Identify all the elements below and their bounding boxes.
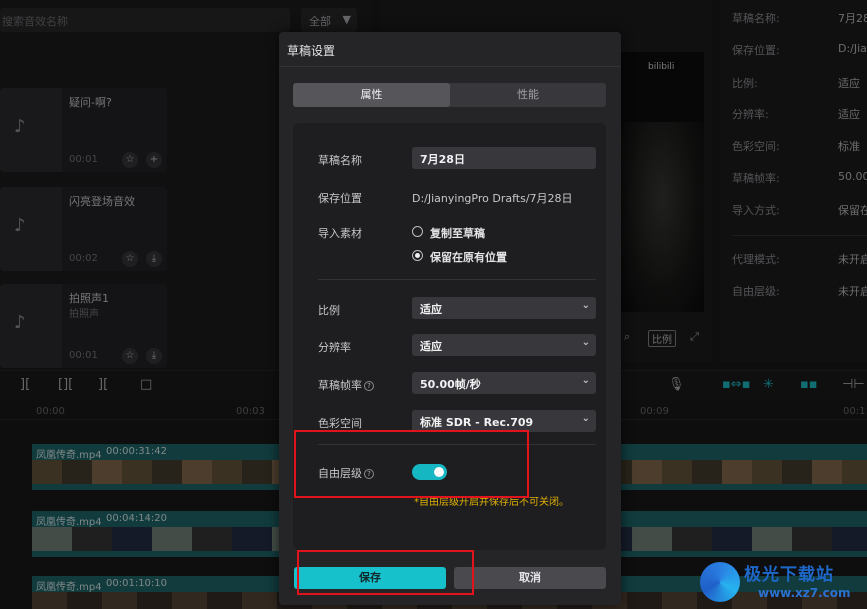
watermark-logo-icon bbox=[700, 562, 740, 602]
resolution-label: 分辨率 bbox=[318, 341, 351, 354]
chevron-down-icon: ⌄ bbox=[581, 337, 590, 348]
colorspace-label: 色彩空间 bbox=[318, 417, 362, 430]
radio-label-copy[interactable]: 复制至草稿 bbox=[430, 225, 485, 241]
dialog-title: 草稿设置 bbox=[287, 44, 336, 58]
colorspace-select[interactable]: 标准 SDR - Rec.709 ⌄ bbox=[412, 410, 596, 432]
draft-name-input[interactable]: 7月28日 bbox=[412, 147, 596, 169]
resolution-select[interactable]: 适应 ⌄ bbox=[412, 334, 596, 356]
divider bbox=[318, 279, 596, 280]
chevron-down-icon: ⌄ bbox=[581, 413, 590, 424]
tab-bar: 属性 性能 bbox=[293, 83, 606, 107]
radio-keep-original[interactable] bbox=[412, 250, 423, 261]
highlight-box-save bbox=[297, 550, 474, 595]
chevron-down-icon: ⌄ bbox=[581, 300, 590, 311]
radio-copy-to-draft[interactable] bbox=[412, 226, 423, 237]
watermark-url: www.xz7.com bbox=[758, 586, 851, 600]
colorspace-value: 标准 SDR - Rec.709 bbox=[420, 416, 534, 429]
save-path-value: D:/JianyingPro Drafts/7月28日 bbox=[412, 192, 573, 205]
import-material-label: 导入素材 bbox=[318, 227, 362, 240]
draft-name-label: 草稿名称 bbox=[318, 154, 362, 167]
ratio-select[interactable]: 适应 ⌄ bbox=[412, 297, 596, 319]
chevron-down-icon: ⌄ bbox=[581, 375, 590, 386]
save-path-label: 保存位置 bbox=[318, 192, 362, 205]
help-icon[interactable]: ? bbox=[364, 381, 374, 391]
highlight-box-free-layer bbox=[294, 430, 529, 498]
ratio-label: 比例 bbox=[318, 304, 340, 317]
watermark: 极光下载站 www.xz7.com bbox=[700, 556, 867, 609]
framerate-label-text: 草稿帧率 bbox=[318, 379, 362, 392]
tab-performance[interactable]: 性能 bbox=[450, 83, 606, 107]
ratio-value: 适应 bbox=[420, 303, 442, 316]
framerate-select[interactable]: 50.00帧/秒 ⌄ bbox=[412, 372, 596, 394]
watermark-text: 极光下载站 bbox=[744, 565, 834, 585]
radio-label-keep[interactable]: 保留在原有位置 bbox=[430, 249, 507, 265]
framerate-value: 50.00帧/秒 bbox=[420, 378, 481, 391]
divider bbox=[279, 66, 621, 67]
draft-settings-dialog: 草稿设置 属性 性能 草稿名称 7月28日 保存位置 D:/JianyingPr… bbox=[279, 32, 621, 605]
cancel-button[interactable]: 取消 bbox=[454, 567, 606, 589]
resolution-value: 适应 bbox=[420, 340, 442, 353]
framerate-label: 草稿帧率? bbox=[318, 377, 374, 393]
tab-properties[interactable]: 属性 bbox=[293, 83, 450, 107]
